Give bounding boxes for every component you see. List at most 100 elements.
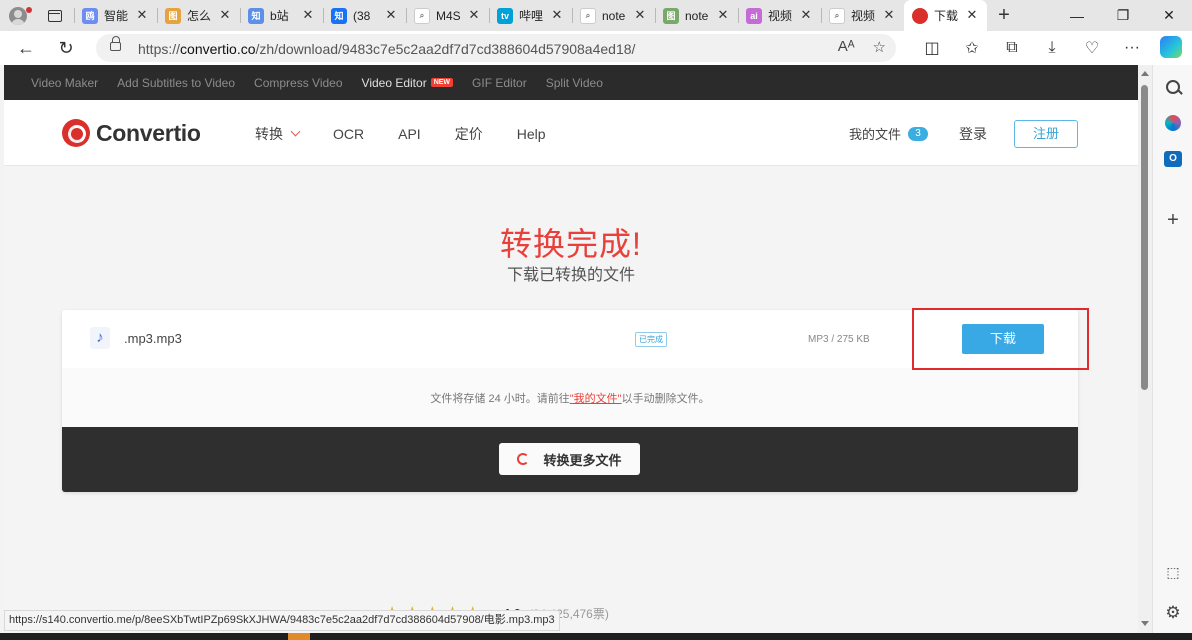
- browser-tab[interactable]: ⌕ 视频 ✕: [821, 0, 904, 31]
- browser-tab[interactable]: ⌕ note ✕: [572, 0, 655, 31]
- favorites-icon[interactable]: ✩: [952, 38, 992, 58]
- tab-label: 视频: [851, 9, 876, 23]
- profile-button[interactable]: [0, 0, 36, 31]
- file-count-badge: 3: [908, 126, 929, 141]
- address-bar[interactable]: https://convertio.co/zh/download/9483c7e…: [96, 34, 896, 62]
- url-text[interactable]: https://convertio.co/zh/download/9483c7e…: [138, 41, 635, 57]
- outlook-icon[interactable]: O: [1163, 149, 1183, 169]
- tab-favicon: 图: [663, 7, 679, 24]
- browser-tab[interactable]: 知 b站 ✕: [240, 0, 323, 31]
- collections-icon[interactable]: ⧉: [992, 39, 1032, 57]
- close-icon[interactable]: ✕: [633, 8, 647, 22]
- tab-favicon: 知: [331, 7, 347, 24]
- tab-label: 哔哩: [519, 9, 544, 23]
- browser-tab[interactable]: 鸥智能 ✕: [74, 0, 157, 31]
- tab-label: 下载: [934, 9, 959, 23]
- close-icon[interactable]: ✕: [467, 8, 481, 22]
- browser-essentials-icon[interactable]: ♡: [1072, 38, 1112, 58]
- my-files-inline-link[interactable]: "我的文件": [570, 393, 622, 405]
- tab-actions-button[interactable]: [36, 0, 74, 31]
- search-icon: ⌕: [829, 7, 845, 24]
- window-controls: — ❐ ✕: [1054, 0, 1192, 31]
- page-title: 转换完成!: [500, 226, 642, 262]
- topstrip-link[interactable]: Compress Video: [254, 76, 343, 90]
- lock-icon[interactable]: [110, 36, 121, 51]
- address-bar-actions: Aᴬ ☆: [838, 38, 886, 56]
- topstrip-link[interactable]: GIF Editor: [472, 76, 527, 90]
- add-sidebar-app-icon[interactable]: +: [1163, 210, 1183, 230]
- favorite-star-icon[interactable]: ☆: [873, 38, 886, 56]
- tab-favicon: 知: [248, 7, 264, 24]
- scroll-down-arrow-icon[interactable]: [1141, 621, 1149, 626]
- gear-icon[interactable]: ⚙: [1163, 603, 1183, 623]
- new-tab-button[interactable]: +: [987, 0, 1021, 31]
- scrollbar-thumb[interactable]: [1141, 85, 1148, 390]
- url-prefix: https://: [138, 41, 181, 57]
- browser-tab[interactable]: ⌕ M4S ✕: [406, 0, 489, 31]
- search-icon: ⌕: [580, 7, 596, 24]
- downloads-icon[interactable]: ⤓: [1032, 39, 1072, 57]
- browser-tab[interactable]: 知 (38 ✕: [323, 0, 406, 31]
- screenshot-icon[interactable]: ⬚: [1163, 562, 1183, 582]
- storage-note-text: 文件将存储 24 小时。请前往: [430, 393, 570, 405]
- close-icon[interactable]: ✕: [965, 8, 979, 22]
- search-icon: ⌕: [414, 7, 430, 24]
- topstrip-link[interactable]: Add Subtitles to Video: [117, 76, 235, 90]
- browser-toolbar: ◫ ✩ ⧉ ⤓ ♡ ···: [912, 31, 1152, 65]
- minimize-icon[interactable]: —: [1054, 8, 1100, 24]
- reload-icon[interactable]: ↻: [46, 31, 86, 65]
- convert-more-button[interactable]: 转换更多文件: [499, 443, 640, 475]
- close-icon[interactable]: ✕: [384, 8, 398, 22]
- close-icon[interactable]: ✕: [716, 8, 730, 22]
- browser-tab-active[interactable]: 下载 ✕: [904, 0, 987, 31]
- scroll-up-arrow-icon[interactable]: [1141, 71, 1149, 76]
- close-icon[interactable]: ✕: [882, 8, 896, 22]
- taskbar-edge: [0, 633, 1192, 640]
- browser-tab[interactable]: tv 哔哩 ✕: [489, 0, 572, 31]
- close-icon[interactable]: ✕: [550, 8, 564, 22]
- read-aloud-icon[interactable]: Aᴬ: [838, 38, 855, 56]
- url-domain: convertio.co: [180, 41, 256, 57]
- url-path: /zh/download/9483c7e5c2aa2df7d7cd388604d…: [255, 41, 636, 57]
- topstrip-link[interactable]: Video Maker: [31, 76, 98, 90]
- login-link[interactable]: 登录: [959, 124, 987, 144]
- close-icon[interactable]: ✕: [301, 8, 315, 22]
- tab-label: M4S: [436, 8, 461, 23]
- page-scrollbar[interactable]: [1138, 65, 1152, 640]
- my-files-link[interactable]: 我的文件 3: [849, 124, 929, 143]
- browser-tab[interactable]: 图怎么 ✕: [157, 0, 240, 31]
- convertio-logo-icon: [62, 119, 90, 147]
- tab-label: 怎么: [187, 9, 212, 23]
- tab-actions-icon: [48, 9, 62, 22]
- music-note-icon: ♪: [90, 327, 110, 349]
- nav-help[interactable]: Help: [517, 124, 546, 144]
- tab-label: (38: [353, 8, 371, 23]
- file-size: MP3 / 275 KB: [808, 334, 870, 345]
- page-subtitle: 下载已转换的文件: [506, 267, 635, 284]
- convertio-favicon-icon: [912, 7, 928, 24]
- nav-convert[interactable]: 转换: [255, 124, 301, 144]
- topstrip-link[interactable]: Split Video: [546, 76, 603, 90]
- site-logo[interactable]: Convertio: [62, 119, 201, 147]
- topstrip-link-video-editor[interactable]: Video Editor NEW: [362, 76, 454, 90]
- nav-pricing[interactable]: 定价: [455, 124, 483, 144]
- copilot-app-icon[interactable]: [1163, 113, 1183, 133]
- close-icon[interactable]: ✕: [799, 8, 813, 22]
- restore-icon[interactable]: ❐: [1100, 7, 1146, 24]
- convert-more-bar: 转换更多文件: [62, 427, 1078, 492]
- split-screen-icon[interactable]: ◫: [912, 38, 952, 58]
- back-icon[interactable]: ←: [6, 31, 46, 65]
- close-window-icon[interactable]: ✕: [1146, 7, 1192, 24]
- copilot-icon[interactable]: [1160, 36, 1182, 58]
- notification-dot: [26, 7, 32, 13]
- search-icon[interactable]: [1163, 77, 1183, 97]
- close-icon[interactable]: ✕: [218, 8, 232, 22]
- browser-tab[interactable]: ai 视频 ✕: [738, 0, 821, 31]
- nav-api[interactable]: API: [398, 124, 421, 144]
- site-header: Convertio 转换 OCR API 定价 Help 我的文件 3 登录 注…: [4, 100, 1138, 166]
- register-button[interactable]: 注册: [1014, 120, 1078, 148]
- nav-ocr[interactable]: OCR: [333, 124, 364, 144]
- close-icon[interactable]: ✕: [135, 8, 149, 22]
- browser-tab[interactable]: 图 note ✕: [655, 0, 738, 31]
- more-menu-icon[interactable]: ···: [1112, 39, 1152, 57]
